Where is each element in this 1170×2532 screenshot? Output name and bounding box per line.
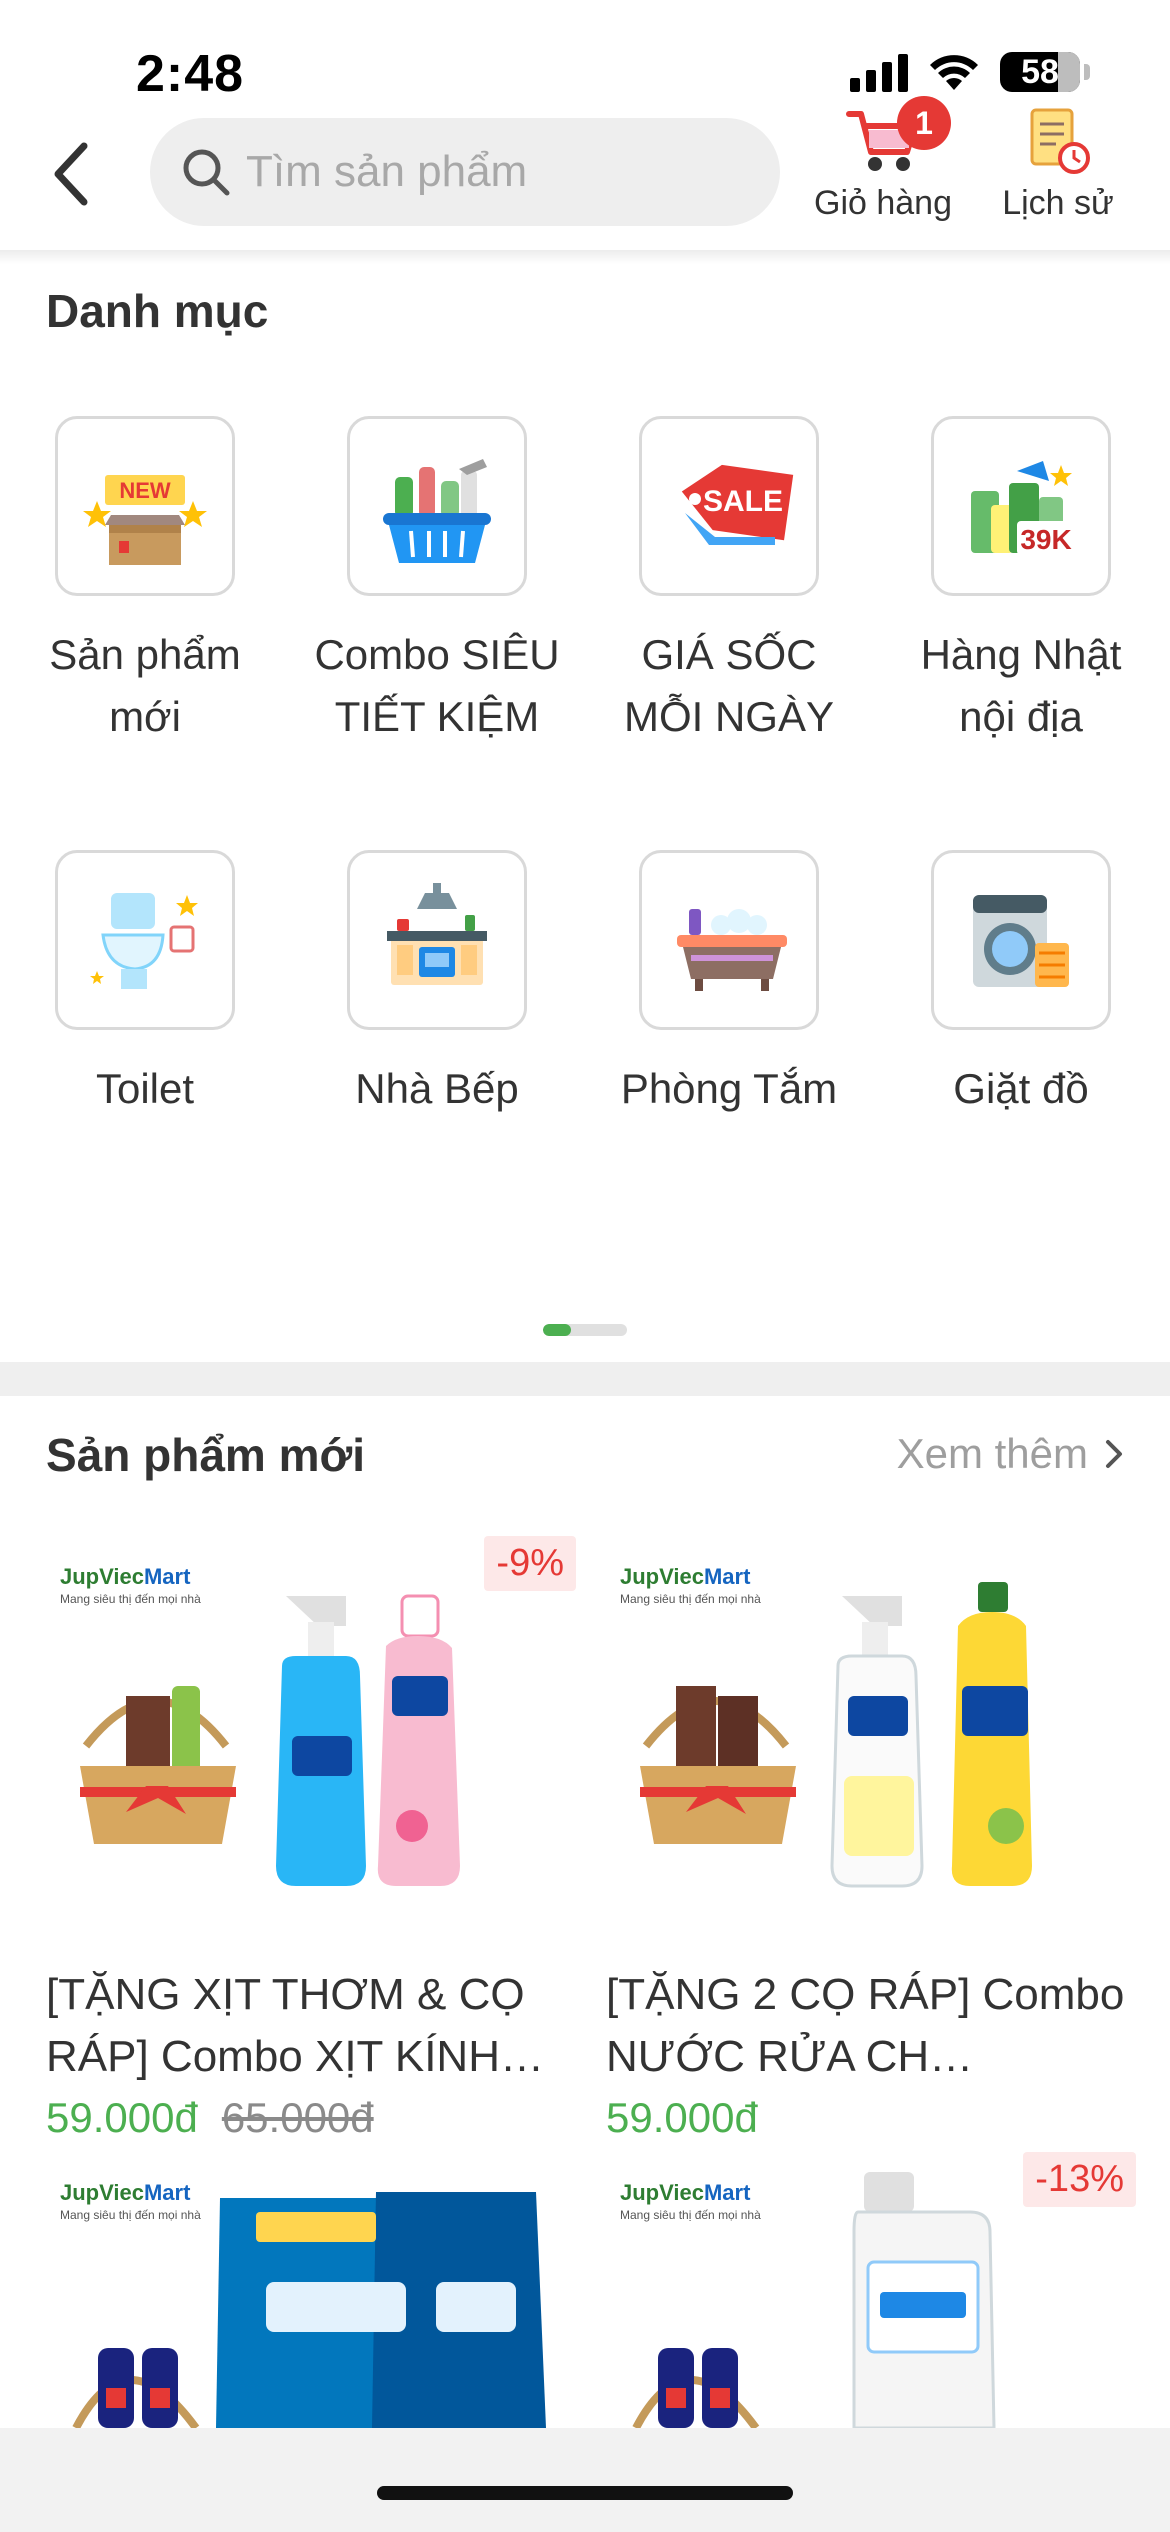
category-tile [55,850,235,1030]
discount-badge: -13% [1023,2152,1136,2207]
home-bar-area [0,2428,1170,2532]
chevron-right-icon [1106,1440,1122,1468]
sale-tag-icon: SALE [681,464,794,545]
pager-active-indicator [543,1324,571,1336]
search-placeholder: Tìm sản phẩm [246,147,528,196]
new-label: NEW [119,478,171,503]
basket-icon [383,459,491,563]
product-image: JupViecMart Mang siêu thị đến mọi nhà [606,1536,1136,1936]
category-combo-saving[interactable]: Combo SIÊU TIẾT KIỆM [292,416,582,748]
discount-badge: -9% [484,1536,576,1591]
cart-count-badge: 1 [897,96,951,150]
product-name: [TẶNG XỊT THƠM & CỌ RÁP] Combo XỊT KÍNH… [46,1970,544,2081]
battery-level: 58 [1021,52,1059,91]
cart-label: Giỏ hàng [814,184,952,222]
category-label: Sản phẩm mới [49,631,241,740]
bathtub-icon [677,909,787,991]
category-toilet[interactable]: Toilet [0,850,290,1120]
category-pager [543,1324,627,1336]
product-old-price: 65.000đ [221,2094,374,2141]
wifi-icon [928,52,980,92]
category-tile [639,850,819,1030]
washing-machine-icon [973,895,1069,987]
category-label: Combo SIÊU TIẾT KIỆM [314,631,560,740]
kitchen-icon [387,883,487,985]
header-shadow [0,250,1170,264]
see-more-label: Xem thêm [896,1430,1088,1477]
home-indicator[interactable] [377,2486,793,2500]
history-label: Lịch sử [1002,184,1114,222]
battery-indicator: 58 [1000,52,1090,92]
product-price: 59.000đ [606,2094,758,2141]
category-tile [347,850,527,1030]
product-card[interactable]: JupViecMart Mang siêu thị đến mọi nhà [T… [606,1536,1136,2142]
category-japan-goods[interactable]: 39K Hàng Nhật nội địa [876,416,1166,748]
status-icons: 58 [850,52,1090,92]
product-image: JupViecMart Mang siêu thị đến mọi nhà -9… [46,1536,576,1936]
39k-products-icon: 39K [971,461,1075,555]
category-label: Toilet [95,1065,195,1112]
category-tile [347,416,527,596]
category-tile: 39K [931,416,1111,596]
section-divider [0,1362,1170,1396]
new-box-icon: NEW [83,475,207,565]
search-input[interactable]: Tìm sản phẩm [150,118,780,226]
history-button[interactable]: Lịch sử [978,102,1138,223]
product-card[interactable]: JupViecMart Mang siêu thị đến mọi nhà -9… [46,1536,576,2142]
category-daily-shock-price[interactable]: SALE GIÁ SỐC MỖI NGÀY [584,416,874,748]
price-row: 59.000đ 65.000đ [46,2094,576,2142]
category-tile: SALE [639,416,819,596]
products-section-title: Sản phẩm mới [46,1429,365,1481]
category-section-title: Danh mục [46,285,269,337]
category-label: GIÁ SỐC MỖI NGÀY [623,631,835,740]
toilet-icon [90,893,198,989]
category-tile [931,850,1111,1030]
price-badge-text: 39K [1020,524,1071,555]
category-label: Phòng Tắm [620,1065,838,1112]
category-tile: NEW [55,416,235,596]
cellular-signal-icon [850,52,908,92]
status-bar: 2:48 58 [0,0,1170,110]
app-header: Tìm sản phẩm 1 Giỏ hàng Lịch sử [0,96,1170,250]
category-bathroom[interactable]: Phòng Tắm [584,850,874,1120]
product-name: [TẶNG 2 CỌ RÁP] Combo NƯỚC RỬA CH… [606,1970,1125,2081]
category-label: Giặt đồ [953,1065,1089,1112]
category-label: Nhà Bếp [355,1065,519,1112]
see-more-link[interactable]: Xem thêm [897,1430,1124,1478]
category-label: Hàng Nhật nội địa [920,631,1122,740]
back-button[interactable] [40,134,100,214]
history-receipt-icon [1030,108,1090,174]
sale-text: SALE [703,485,783,518]
category-new-products[interactable]: NEW Sản phẩm mới [0,416,290,748]
cart-button[interactable]: 1 Giỏ hàng [803,96,963,223]
price-row: 59.000đ [606,2094,1136,2142]
category-laundry[interactable]: Giặt đồ [876,850,1166,1120]
search-icon [183,149,230,196]
product-price: 59.000đ [46,2094,198,2141]
status-time: 2:48 [136,45,245,103]
chevron-left-icon [54,142,88,206]
category-kitchen[interactable]: Nhà Bếp [292,850,582,1120]
